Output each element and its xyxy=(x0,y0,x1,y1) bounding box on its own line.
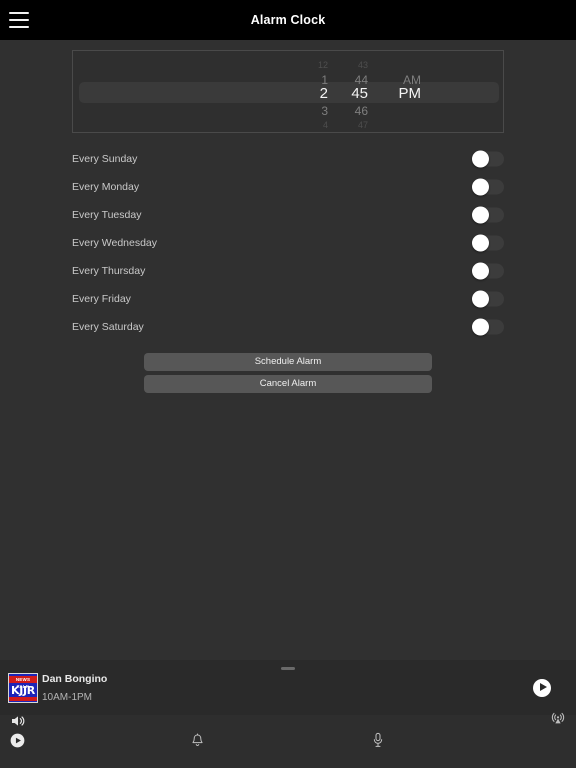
repeat-day-row-friday[interactable]: Every Friday xyxy=(0,285,576,313)
repeat-day-row-tuesday[interactable]: Every Tuesday xyxy=(0,201,576,229)
repeat-day-row-wednesday[interactable]: Every Wednesday xyxy=(0,229,576,257)
hour-selected[interactable]: 2 xyxy=(268,85,328,102)
now-playing-title: Dan Bongino xyxy=(42,673,108,685)
station-logo-banner: NEWS TALK xyxy=(9,676,37,689)
tab-microphone-icon[interactable] xyxy=(372,732,384,753)
schedule-alarm-button[interactable]: Schedule Alarm xyxy=(144,353,432,371)
alarm-actions: Schedule Alarm Cancel Alarm xyxy=(144,353,432,397)
repeat-day-row-saturday[interactable]: Every Saturday xyxy=(0,313,576,341)
minute-option[interactable]: 47 xyxy=(328,120,368,130)
hour-option[interactable]: 12 xyxy=(268,60,328,70)
repeat-day-label: Every Wednesday xyxy=(72,237,158,249)
tab-play-icon[interactable] xyxy=(10,733,25,753)
toggle-knob xyxy=(472,150,489,168)
page-title: Alarm Clock xyxy=(250,13,326,27)
toggle-knob xyxy=(472,290,489,308)
repeat-day-toggle-thursday[interactable] xyxy=(472,262,504,280)
minute-selected[interactable]: 45 xyxy=(328,85,368,102)
repeat-day-label: Every Saturday xyxy=(72,321,144,333)
repeat-day-toggle-wednesday[interactable] xyxy=(472,234,504,252)
now-playing-subtitle: 10AM-1PM xyxy=(42,692,93,703)
bottom-tab-bar xyxy=(0,728,576,768)
hour-option[interactable]: 4 xyxy=(268,120,328,130)
time-picker-row-selected[interactable]: 2 45 PM xyxy=(73,84,503,103)
repeat-day-label: Every Friday xyxy=(72,293,131,305)
station-logo: NEWS TALK KJJR xyxy=(8,673,38,703)
app-header: Alarm Clock xyxy=(0,0,576,40)
repeat-days-list: Every Sunday Every Monday Every Tuesday … xyxy=(0,145,576,341)
repeat-day-row-monday[interactable]: Every Monday xyxy=(0,173,576,201)
station-logo-footer xyxy=(9,697,37,701)
toggle-knob xyxy=(472,318,489,336)
toggle-knob xyxy=(472,262,489,280)
minute-option[interactable]: 43 xyxy=(328,60,368,70)
toggle-knob xyxy=(472,206,489,224)
repeat-day-label: Every Thursday xyxy=(72,265,146,277)
repeat-day-label: Every Tuesday xyxy=(72,209,142,221)
repeat-day-toggle-sunday[interactable] xyxy=(472,150,504,168)
repeat-day-toggle-monday[interactable] xyxy=(472,178,504,196)
repeat-day-label: Every Sunday xyxy=(72,153,138,165)
meridiem-selected[interactable]: PM xyxy=(375,85,422,102)
time-picker[interactable]: 12 43 1 44 AM 2 45 PM 3 46 4 47 xyxy=(72,50,504,133)
repeat-day-label: Every Monday xyxy=(72,181,140,193)
hamburger-menu-icon[interactable] xyxy=(9,12,29,28)
tab-alerts-bell-icon[interactable] xyxy=(191,733,204,753)
time-picker-rows: 12 43 1 44 AM 2 45 PM 3 46 4 47 xyxy=(73,51,503,132)
repeat-day-row-thursday[interactable]: Every Thursday xyxy=(0,257,576,285)
repeat-day-toggle-tuesday[interactable] xyxy=(472,206,504,224)
now-playing-bar[interactable]: NEWS TALK KJJR Dan Bongino 10AM-1PM xyxy=(0,660,576,715)
repeat-day-row-sunday[interactable]: Every Sunday xyxy=(0,145,576,173)
play-icon[interactable] xyxy=(533,678,551,697)
repeat-day-toggle-saturday[interactable] xyxy=(472,318,504,336)
toggle-knob xyxy=(472,178,489,196)
alarm-clock-app: Alarm Clock 12 43 1 44 AM 2 45 PM 3 46 4… xyxy=(0,0,576,768)
time-picker-row[interactable]: 4 47 xyxy=(73,116,503,132)
station-logo-callsign: KJJR xyxy=(11,684,35,697)
repeat-day-toggle-friday[interactable] xyxy=(472,290,504,308)
toggle-knob xyxy=(472,234,489,252)
cancel-alarm-button[interactable]: Cancel Alarm xyxy=(144,375,432,393)
drag-handle[interactable] xyxy=(281,667,295,670)
